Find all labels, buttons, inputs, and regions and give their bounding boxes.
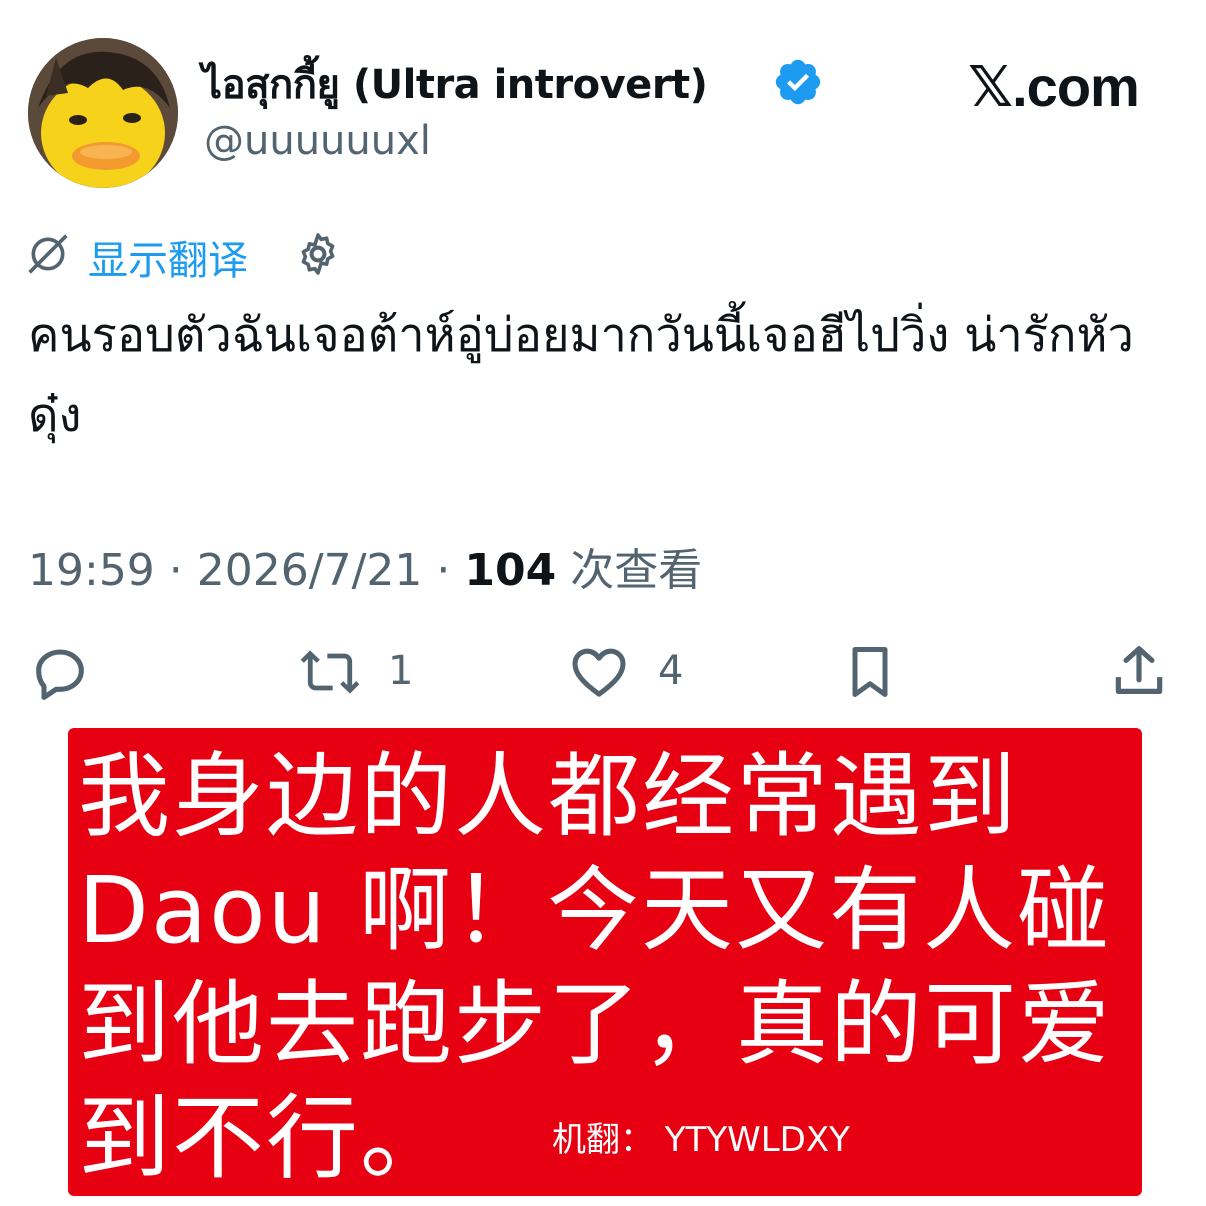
share-button[interactable] (1108, 640, 1172, 704)
retweet-count: 1 (388, 648, 414, 694)
views-count: 104 (464, 545, 557, 596)
tweet-time[interactable]: 19:59 (28, 545, 155, 596)
share-icon (1115, 646, 1163, 694)
tweet-meta: 19:59 · 2026/7/21 · 104 次查看 (28, 534, 702, 598)
author-handle[interactable]: @uuuuuuxl (204, 118, 431, 164)
gear-icon[interactable] (294, 230, 342, 278)
like-button[interactable]: 4 (566, 640, 706, 704)
bookmark-icon (852, 647, 888, 697)
author-display-name[interactable]: ไอสุกกี้ยู (Ultra introvert) (202, 52, 708, 116)
meta-separator-1: · (154, 545, 197, 596)
translation-credit: 机翻： YTYWLDXY (552, 1120, 850, 1160)
views-label: 次查看 (556, 545, 703, 596)
bookmark-button[interactable] (840, 640, 904, 704)
retweet-button[interactable]: 1 (296, 640, 436, 704)
show-translation-link[interactable]: 显示翻译 (88, 228, 248, 286)
retweet-icon (300, 650, 360, 694)
tweet-text: คนรอบตัวฉันเจอต้าห์อู่บ่อยมากวันนี้เจอฮี… (28, 308, 1134, 443)
translate-globe-icon (28, 234, 68, 274)
x-logo: 𝕏.com (968, 55, 1140, 118)
duck-avatar-image (28, 38, 178, 188)
heart-icon (572, 648, 626, 697)
reply-button[interactable] (28, 640, 98, 704)
meta-separator-2: · (422, 545, 465, 596)
avatar[interactable] (28, 38, 178, 188)
like-count: 4 (658, 648, 684, 694)
reply-icon (36, 649, 84, 700)
tweet-date[interactable]: 2026/7/21 (197, 545, 423, 596)
verified-badge-icon (775, 59, 821, 105)
